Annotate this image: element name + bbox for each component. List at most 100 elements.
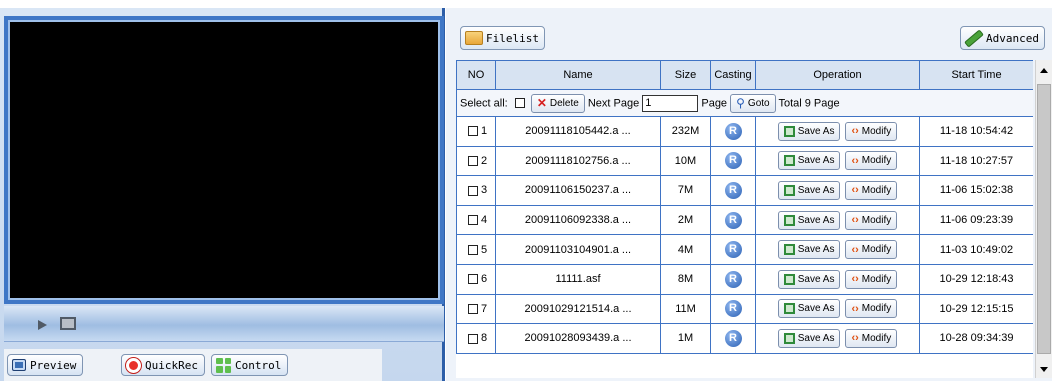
row-checkbox[interactable]: [467, 244, 478, 255]
start-time-cell: 10-29 12:15:15: [919, 293, 1033, 325]
row-checkbox[interactable]: [467, 274, 478, 285]
filelist-button-label: Filelist: [486, 31, 539, 45]
casting-disc-icon[interactable]: R: [724, 152, 742, 170]
file-name-cell[interactable]: 20091118105442.a ...: [495, 116, 661, 147]
page-label: Page: [701, 96, 728, 109]
row-number: 5: [480, 243, 488, 256]
file-name-cell[interactable]: 20091103104901.a ...: [495, 234, 661, 265]
operation-cell: Save As ‹› Modify: [755, 293, 920, 325]
row-no-cell: 6: [456, 263, 496, 295]
floppy-disk-icon: [783, 155, 795, 167]
row-no-cell: 2: [456, 145, 496, 177]
selection-toolbar-row: Select all: ✕ Delete Next Page Page ⚲ Go…: [456, 89, 1033, 117]
casting-disc-icon[interactable]: R: [724, 270, 742, 288]
modify-button[interactable]: ‹› Modify: [845, 299, 898, 319]
row-checkbox[interactable]: [467, 185, 478, 196]
save-as-button[interactable]: Save As: [777, 151, 841, 171]
file-name-cell[interactable]: 11111.asf: [495, 263, 661, 295]
casting-cell: R: [710, 116, 756, 147]
control-button[interactable]: Control: [211, 354, 289, 376]
column-header-no[interactable]: NO: [456, 60, 496, 90]
file-size-cell: 7M: [660, 175, 711, 206]
start-time-cell: 11-18 10:27:57: [919, 145, 1033, 177]
stop-icon[interactable]: [60, 317, 76, 330]
modify-button[interactable]: ‹› Modify: [845, 210, 898, 230]
video-display[interactable]: [4, 16, 444, 304]
table-row[interactable]: 4 20091106092338.a ... 2M R Save As ‹› Modify 1…: [456, 204, 1033, 236]
save-as-button[interactable]: Save As: [777, 269, 841, 289]
column-header-operation[interactable]: Operation: [755, 60, 920, 90]
casting-disc-icon[interactable]: R: [724, 241, 742, 259]
delete-button[interactable]: ✕ Delete: [530, 93, 585, 113]
scroll-up-icon[interactable]: [1040, 68, 1048, 73]
table-row[interactable]: 1 20091118105442.a ... 232M R Save As ‹› Modif…: [456, 116, 1033, 147]
table-row[interactable]: 7 20091029121514.a ... 11M R Save As ‹› Modify…: [456, 293, 1033, 325]
row-checkbox[interactable]: [467, 303, 478, 314]
operation-cell: Save As ‹› Modify: [755, 234, 920, 265]
row-checkbox[interactable]: [467, 215, 478, 226]
column-header-casting[interactable]: Casting: [710, 60, 756, 90]
modify-button[interactable]: ‹› Modify: [845, 121, 898, 141]
column-header-start-time[interactable]: Start Time: [919, 60, 1033, 90]
save-as-label: Save As: [797, 303, 835, 315]
column-header-name[interactable]: Name: [495, 60, 661, 90]
casting-disc-icon[interactable]: R: [724, 329, 742, 347]
row-checkbox[interactable]: [467, 126, 478, 137]
column-header-size[interactable]: Size: [660, 60, 711, 90]
table-row[interactable]: 5 20091103104901.a ... 4M R Save As ‹› Modify 1…: [456, 234, 1033, 265]
code-brackets-icon: ‹›: [851, 184, 859, 197]
save-as-label: Save As: [797, 155, 835, 167]
modify-button[interactable]: ‹› Modify: [845, 240, 898, 260]
table-row[interactable]: 2 20091118102756.a ... 10M R Save As ‹› Modify…: [456, 145, 1033, 177]
control-grid-icon: [216, 357, 231, 373]
casting-disc-icon[interactable]: R: [724, 300, 742, 318]
file-name-cell[interactable]: 20091118102756.a ...: [495, 145, 661, 177]
scroll-down-icon[interactable]: [1040, 367, 1048, 372]
modify-button[interactable]: ‹› Modify: [845, 328, 898, 348]
casting-disc-icon[interactable]: R: [724, 211, 742, 229]
modify-button[interactable]: ‹› Modify: [845, 269, 898, 289]
save-as-button[interactable]: Save As: [777, 210, 841, 230]
advanced-button[interactable]: Advanced: [960, 26, 1045, 50]
row-no-cell: 8: [456, 323, 496, 354]
save-as-button[interactable]: Save As: [777, 299, 841, 319]
file-size-cell: 10M: [660, 145, 711, 177]
goto-button[interactable]: ⚲ Goto: [730, 93, 776, 113]
table-row[interactable]: 8 20091028093439.a ... 1M R Save As ‹› Modify 1…: [456, 323, 1033, 354]
modify-button[interactable]: ‹› Modify: [845, 151, 898, 171]
modify-button[interactable]: ‹› Modify: [845, 180, 898, 200]
filelist-button[interactable]: Filelist: [460, 26, 545, 50]
play-icon[interactable]: [38, 320, 47, 330]
save-as-button[interactable]: Save As: [777, 328, 841, 348]
filelist-toolbar: Filelist Advanced: [446, 8, 1052, 60]
casting-disc-icon[interactable]: R: [724, 181, 742, 199]
goto-icon: ⚲: [736, 96, 745, 110]
save-as-label: Save As: [797, 125, 835, 137]
file-name-cell[interactable]: 20091106150237.a ...: [495, 175, 661, 206]
quickrec-button[interactable]: QuickRec: [121, 354, 205, 376]
file-name-cell[interactable]: 20091028093439.a ...: [495, 323, 661, 354]
row-checkbox[interactable]: [467, 333, 478, 344]
vertical-scrollbar[interactable]: [1035, 60, 1052, 378]
row-no-cell: 4: [456, 204, 496, 236]
select-all-checkbox[interactable]: [514, 98, 525, 108]
modify-label: Modify: [861, 214, 892, 226]
page-number-input[interactable]: [642, 94, 699, 112]
scrollbar-thumb[interactable]: [1037, 84, 1051, 354]
start-time-cell: 11-03 10:49:02: [919, 234, 1033, 265]
file-name-cell[interactable]: 20091106092338.a ...: [495, 204, 661, 236]
casting-cell: R: [710, 175, 756, 206]
save-as-button[interactable]: Save As: [777, 240, 841, 260]
table-row[interactable]: 6 11111.asf 8M R Save As ‹› Modify 10-29 12:18:…: [456, 263, 1033, 295]
row-checkbox[interactable]: [467, 155, 478, 166]
casting-cell: R: [710, 263, 756, 295]
modify-label: Modify: [861, 332, 892, 344]
casting-disc-icon[interactable]: R: [724, 122, 742, 140]
floppy-disk-icon: [783, 125, 795, 137]
save-as-button[interactable]: Save As: [777, 180, 841, 200]
table-row[interactable]: 3 20091106150237.a ... 7M R Save As ‹› Modify 1…: [456, 175, 1033, 206]
save-as-button[interactable]: Save As: [777, 121, 841, 141]
file-name-cell[interactable]: 20091029121514.a ...: [495, 293, 661, 325]
save-as-label: Save As: [797, 214, 835, 226]
preview-button[interactable]: Preview: [7, 354, 84, 376]
